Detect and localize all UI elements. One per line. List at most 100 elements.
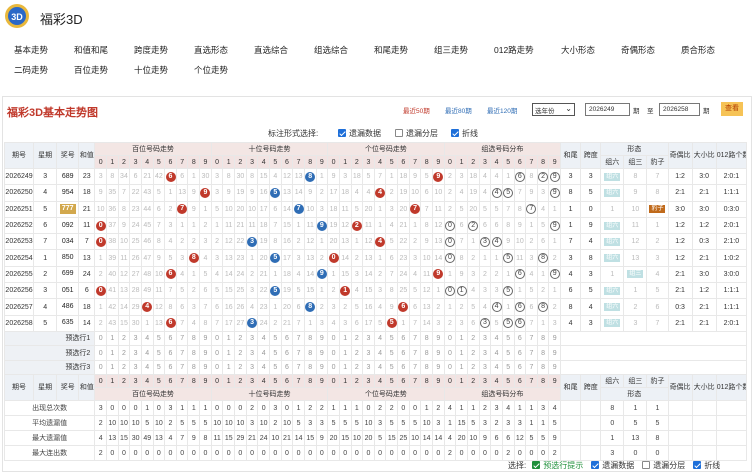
preselect-digit[interactable]: 0 — [443, 330, 457, 347]
nav-row1-2[interactable]: 跨度走势 — [134, 44, 168, 56]
preselect-digit[interactable]: 5 — [501, 359, 515, 376]
preselect-digit[interactable]: 0 — [327, 359, 340, 376]
preselect-digit[interactable]: 1 — [455, 330, 468, 347]
preselect-digit[interactable]: 4 — [140, 330, 154, 347]
to-issue-input[interactable]: 2026258 — [659, 103, 700, 116]
preselect-digit[interactable]: 8 — [187, 345, 201, 361]
preselect-digit[interactable]: 7 — [408, 345, 422, 361]
preselect-digit[interactable]: 8 — [536, 359, 550, 376]
nav-row1-7[interactable]: 组三走势 — [434, 44, 468, 56]
preselect-digit[interactable]: 9 — [431, 359, 445, 376]
nav-row1-1[interactable]: 和值和尾 — [74, 44, 108, 56]
query-button[interactable]: 查看 — [721, 102, 743, 116]
preselect-digit[interactable]: 1 — [222, 359, 236, 376]
preselect-digit[interactable]: 5 — [152, 330, 166, 347]
preselect-digit[interactable]: 6 — [397, 359, 410, 376]
nav-row2-0[interactable]: 二码走势 — [14, 64, 48, 76]
preselect-digit[interactable]: 9 — [431, 330, 445, 347]
nav-row1-0[interactable]: 基本走势 — [14, 44, 48, 56]
nav-row1-3[interactable]: 直选形态 — [194, 44, 228, 56]
polyline-checkbox[interactable]: 折线 — [451, 128, 478, 139]
bottom-option-3[interactable]: 折线 — [693, 461, 720, 470]
preselect-digit[interactable]: 6 — [513, 330, 527, 347]
preselect-digit[interactable]: 0 — [327, 345, 340, 361]
nav-row2-3[interactable]: 个位走势 — [194, 64, 228, 76]
preselect-digit[interactable]: 4 — [373, 330, 387, 347]
preselect-digit[interactable]: 3 — [129, 359, 142, 376]
preselect-digit[interactable]: 9 — [199, 345, 212, 361]
preselect-digit[interactable]: 6 — [164, 330, 177, 347]
preselect-digit[interactable]: 0 — [327, 330, 340, 347]
preselect-digit[interactable]: 1 — [455, 359, 468, 376]
preselect-digit[interactable]: 9 — [431, 345, 445, 361]
recent-120-link[interactable]: 最近120期 — [487, 105, 517, 115]
nav-row1-8[interactable]: 012路走势 — [494, 44, 534, 56]
preselect-digit[interactable]: 9 — [315, 359, 329, 376]
preselect-digit[interactable]: 8 — [303, 359, 317, 376]
preselect-digit[interactable]: 5 — [268, 345, 282, 361]
preselect-digit[interactable]: 5 — [501, 330, 515, 347]
preselect-digit[interactable]: 2 — [117, 330, 131, 347]
preselect-digit[interactable]: 6 — [164, 345, 177, 361]
preselect-digit[interactable]: 3 — [362, 359, 375, 376]
preselect-digit[interactable]: 0 — [94, 359, 107, 376]
preselect-digit[interactable]: 2 — [350, 345, 364, 361]
missing-data-checkbox[interactable]: 遗漏数据 — [338, 128, 381, 139]
preselect-digit[interactable]: 7 — [292, 330, 305, 347]
preselect-digit[interactable]: 0 — [210, 345, 224, 361]
preselect-digit[interactable]: 4 — [373, 359, 387, 376]
preselect-digit[interactable]: 3 — [478, 359, 492, 376]
preselect-digit[interactable]: 2 — [234, 345, 247, 361]
preselect-digit[interactable]: 6 — [280, 345, 294, 361]
preselect-digit[interactable]: 8 — [303, 330, 317, 347]
preselect-digit[interactable]: 3 — [129, 345, 142, 361]
preselect-digit[interactable]: 7 — [408, 330, 422, 347]
preselect-digit[interactable]: 6 — [164, 359, 177, 376]
preselect-digit[interactable]: 6 — [513, 345, 527, 361]
preselect-row[interactable]: 预选行1 0 1 2 3 4 5 6 7 8 9 0 1 2 3 4 5 6 7 8 9 0 1 2 3 4 5 6 7 8 9 0 1 2 3 4 5… — [3, 330, 747, 347]
preselect-digit[interactable]: 4 — [257, 345, 270, 361]
preselect-digit[interactable]: 9 — [199, 359, 212, 376]
preselect-digit[interactable]: 2 — [466, 345, 480, 361]
preselect-digit[interactable]: 3 — [245, 359, 259, 376]
preselect-digit[interactable]: 0 — [94, 330, 107, 347]
nav-row1-9[interactable]: 大小形态 — [561, 44, 595, 56]
preselect-digit[interactable]: 4 — [490, 359, 503, 376]
preselect-digit[interactable]: 9 — [548, 359, 562, 376]
preselect-digit[interactable]: 1 — [105, 359, 119, 376]
preselect-digit[interactable]: 0 — [210, 330, 224, 347]
preselect-digit[interactable]: 1 — [105, 330, 119, 347]
preselect-row[interactable]: 预选行3 0 1 2 3 4 5 6 7 8 9 0 1 2 3 4 5 6 7 8 9 0 1 2 3 4 5 6 7 8 9 0 1 2 3 4 5… — [3, 359, 747, 376]
preselect-digit[interactable]: 1 — [338, 359, 352, 376]
preselect-digit[interactable]: 1 — [105, 345, 119, 361]
preselect-digit[interactable]: 5 — [152, 345, 166, 361]
preselect-digit[interactable]: 5 — [385, 330, 399, 347]
recent-50-link[interactable]: 最近50期 — [403, 105, 430, 115]
preselect-digit[interactable]: 7 — [525, 359, 538, 376]
preselect-digit[interactable]: 5 — [385, 359, 399, 376]
preselect-digit[interactable]: 9 — [199, 330, 212, 347]
preselect-digit[interactable]: 3 — [478, 345, 492, 361]
preselect-digit[interactable]: 2 — [350, 359, 364, 376]
preselect-digit[interactable]: 3 — [245, 345, 259, 361]
preselect-digit[interactable]: 2 — [117, 345, 131, 361]
preselect-digit[interactable]: 1 — [338, 345, 352, 361]
year-select[interactable]: 选年份 ⌄ — [532, 103, 575, 116]
preselect-digit[interactable]: 3 — [129, 330, 142, 347]
preselect-digit[interactable]: 5 — [268, 359, 282, 376]
preselect-digit[interactable]: 2 — [466, 330, 480, 347]
preselect-digit[interactable]: 9 — [315, 345, 329, 361]
missing-layer-checkbox[interactable]: 遗漏分层 — [395, 128, 438, 139]
bottom-option-0[interactable]: 预选行提示 — [532, 461, 583, 470]
preselect-digit[interactable]: 4 — [490, 330, 503, 347]
preselect-digit[interactable]: 7 — [175, 330, 189, 347]
preselect-digit[interactable]: 3 — [478, 330, 492, 347]
preselect-digit[interactable]: 3 — [362, 345, 375, 361]
preselect-digit[interactable]: 6 — [397, 330, 410, 347]
preselect-digit[interactable]: 4 — [140, 345, 154, 361]
preselect-digit[interactable]: 2 — [466, 359, 480, 376]
preselect-digit[interactable]: 0 — [210, 359, 224, 376]
preselect-digit[interactable]: 6 — [280, 359, 294, 376]
preselect-digit[interactable]: 6 — [513, 359, 527, 376]
from-issue-input[interactable]: 2026249 — [585, 103, 630, 116]
